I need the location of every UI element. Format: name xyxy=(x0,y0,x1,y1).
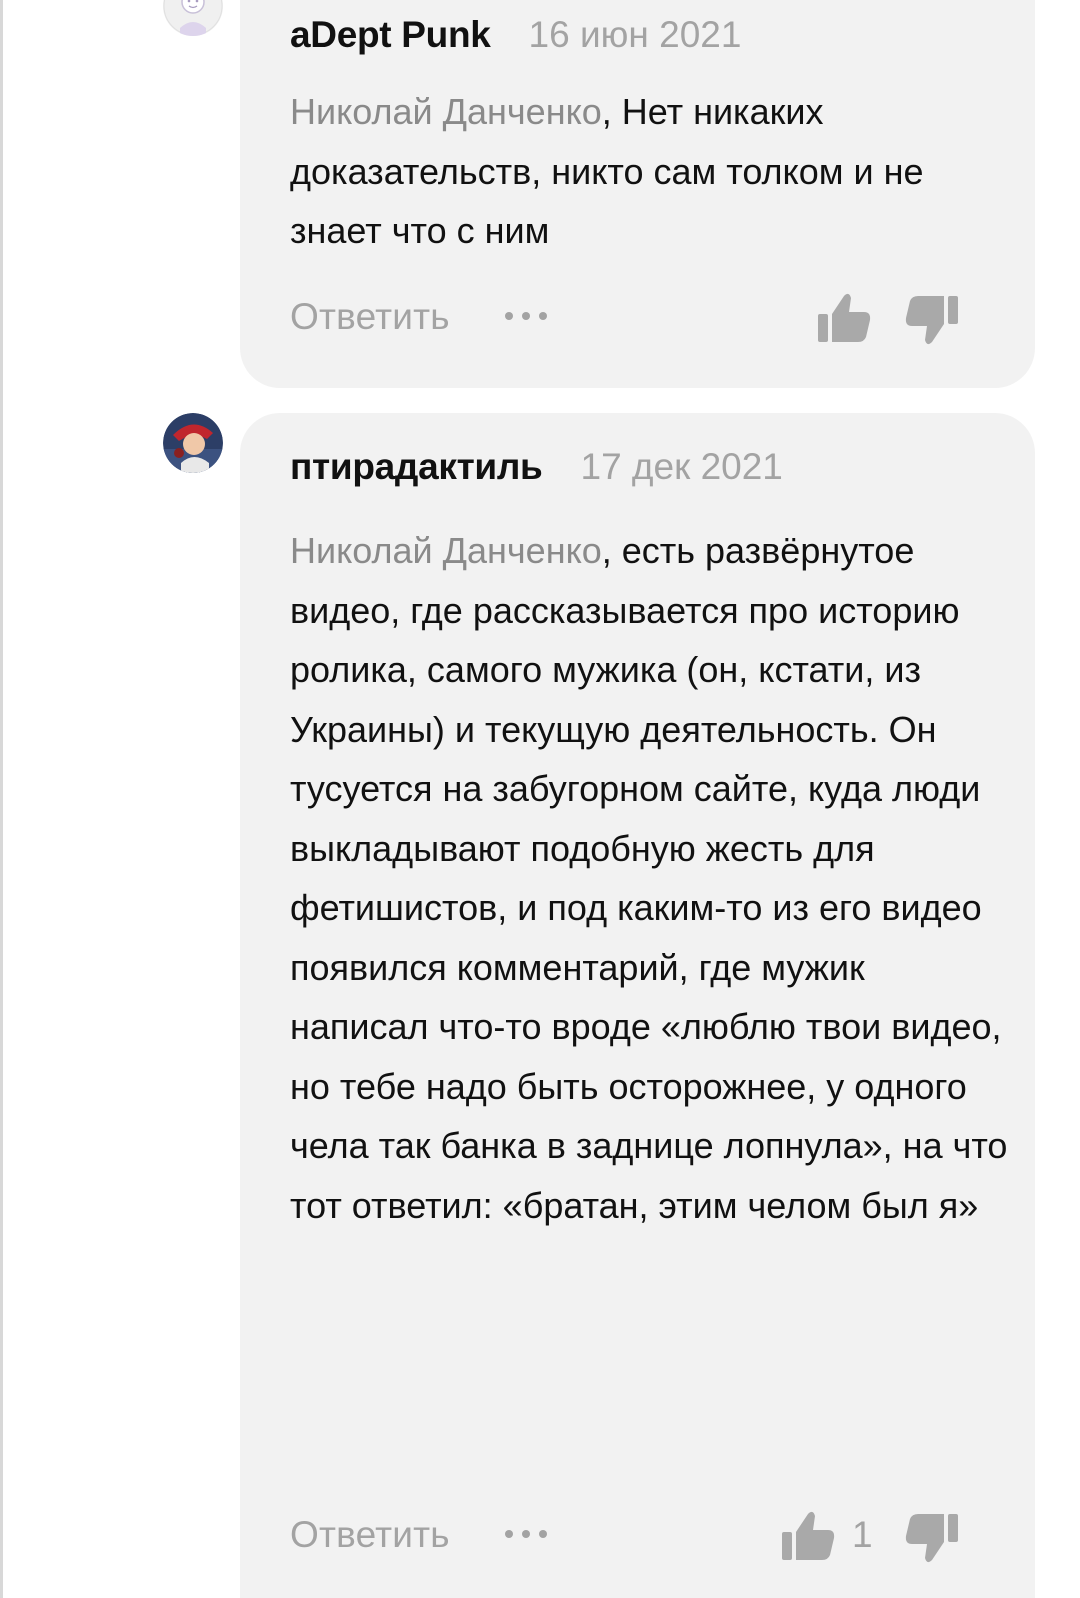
reply-button[interactable]: Ответить xyxy=(290,1514,450,1556)
comment-date: 16 июн 2021 xyxy=(528,14,742,55)
comment-header: птирадактиль 17 дек 2021 xyxy=(290,446,783,488)
comment-author[interactable]: птирадактиль xyxy=(290,446,543,488)
more-dots-icon[interactable] xyxy=(505,1530,547,1538)
thumbs-down-icon[interactable] xyxy=(904,294,960,350)
thumbs-down-icon[interactable] xyxy=(904,1512,960,1568)
comment-header: aDept Punk 16 июн 2021 xyxy=(290,14,741,56)
mention-link[interactable]: Николай Данченко xyxy=(290,530,602,571)
default-avatar-icon[interactable] xyxy=(163,0,223,36)
comment-body: , есть развёрнутое видео, где рассказыва… xyxy=(290,530,1008,1226)
comment-date: 17 дек 2021 xyxy=(580,446,783,487)
thumbs-up-icon[interactable] xyxy=(816,290,872,346)
comment-actions: Ответить xyxy=(290,290,990,346)
like-count: 1 xyxy=(852,1514,873,1555)
mention-link[interactable]: Николай Данченко xyxy=(290,91,602,132)
thread-line xyxy=(0,0,3,1598)
more-dots-icon[interactable] xyxy=(505,312,547,320)
comment-text: Николай Данченко, Нет никаких доказатель… xyxy=(290,82,1010,261)
comment-text: Николай Данченко, есть развёрнутое видео… xyxy=(290,521,1010,1235)
user-avatar-image[interactable] xyxy=(163,413,223,473)
thumbs-up-icon[interactable] xyxy=(780,1508,836,1564)
comment-actions: Ответить 1 xyxy=(290,1508,990,1564)
reply-button[interactable]: Ответить xyxy=(290,296,450,338)
comment-author[interactable]: aDept Punk xyxy=(290,14,491,56)
